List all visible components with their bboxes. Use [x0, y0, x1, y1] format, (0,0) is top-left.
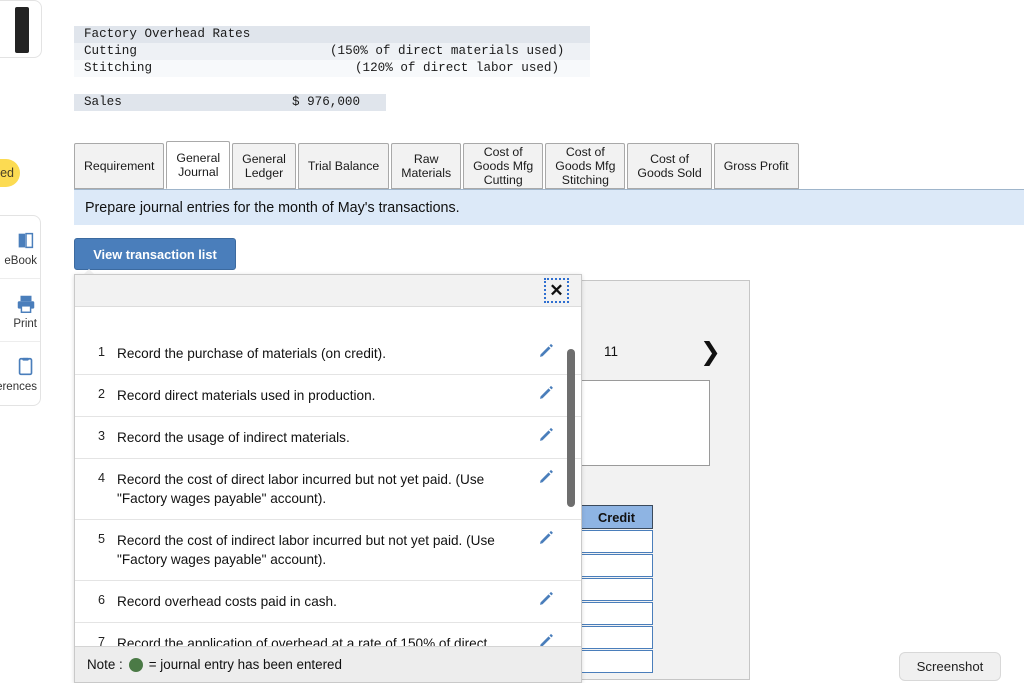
tab-trial-balance[interactable]: Trial Balance: [297, 143, 390, 189]
screenshot-button[interactable]: Screenshot: [899, 652, 1001, 681]
credit-column-cells: [580, 530, 653, 674]
transaction-list[interactable]: 1 Record the purchase of materials (on cr…: [75, 307, 581, 646]
sheet-row-stitching-value: (120% of direct labor used): [355, 61, 560, 75]
rail-item-label: eBook: [4, 254, 37, 267]
pencil-icon[interactable]: [537, 469, 555, 487]
sheet-row-stitching: Stitching (120% of direct labor used): [74, 60, 590, 77]
skipped-badge: Skipped: [0, 159, 20, 187]
transaction-index: 2: [97, 387, 105, 401]
tab-general-ledger[interactable]: General Ledger: [232, 143, 296, 189]
rail-progress-card: [0, 0, 42, 58]
instruction-banner: Prepare journal entries for the month of…: [74, 189, 1024, 225]
references-icon: [15, 354, 37, 380]
sheet-row-cutting: Cutting (150% of direct materials used): [74, 43, 590, 60]
credit-cell[interactable]: [580, 554, 653, 577]
tab-raw-materials[interactable]: Raw Materials: [391, 143, 462, 189]
transaction-row[interactable]: 6 Record overhead costs paid in cash.: [75, 581, 581, 623]
left-rail: Skipped eBook Print References: [0, 0, 42, 683]
list-top-spacer: [75, 307, 581, 333]
transaction-index: 6: [97, 593, 105, 607]
transaction-row[interactable]: 5 Record the cost of indirect labor incur…: [75, 520, 581, 581]
tab-requirement[interactable]: Requirement: [74, 143, 165, 189]
note-text: = journal entry has been entered: [148, 657, 342, 672]
rail-item-ebook[interactable]: eBook: [0, 216, 40, 279]
entered-indicator-dot: [128, 657, 143, 672]
sheet-row-stitching-label: Stitching: [84, 61, 153, 75]
pencil-icon[interactable]: [537, 343, 555, 361]
transaction-index: 7: [97, 635, 105, 646]
transaction-text: Record the cost of indirect labor incurr…: [117, 533, 495, 567]
transaction-row[interactable]: 3 Record the usage of indirect materials.: [75, 417, 581, 459]
transaction-row[interactable]: 2 Record direct materials used in product…: [75, 375, 581, 417]
transaction-text: Record direct materials used in producti…: [117, 388, 376, 403]
sheet-row-sales-label: Sales: [84, 95, 122, 109]
pencil-icon[interactable]: [537, 530, 555, 548]
rail-item-print[interactable]: Print: [0, 279, 40, 342]
note-prefix: Note :: [87, 657, 123, 672]
transaction-text: Record the usage of indirect materials.: [117, 430, 350, 445]
rail-tool-list: eBook Print References: [0, 215, 41, 406]
transaction-row[interactable]: 7 Record the application of overhead at a…: [75, 623, 581, 646]
transaction-index: 5: [97, 532, 105, 546]
transaction-index: 3: [97, 429, 105, 443]
credit-cell[interactable]: [580, 626, 653, 649]
app-root: Skipped eBook Print References: [0, 0, 1024, 683]
transaction-text: Record the purchase of materials (on cre…: [117, 346, 386, 361]
print-icon: [15, 291, 37, 317]
rail-item-references[interactable]: References: [0, 342, 40, 405]
view-transaction-list-button[interactable]: View transaction list: [74, 238, 236, 270]
pencil-icon[interactable]: [537, 427, 555, 445]
transaction-index: 4: [97, 471, 105, 485]
credit-column-header: Credit: [580, 505, 653, 529]
sheet-row-title: Factory Overhead Rates: [74, 26, 590, 43]
overhead-rates-table: Factory Overhead Rates Cutting (150% of d…: [74, 26, 590, 111]
tab-cost-of-goods-mfg-cutting[interactable]: Cost of Goods Mfg Cutting: [463, 143, 544, 189]
ebook-icon: [15, 228, 37, 254]
transaction-text: Record the cost of direct labor incurred…: [117, 472, 485, 506]
rail-progress-bar: [15, 7, 29, 53]
rail-item-label: Print: [13, 317, 37, 330]
sheet-row-cutting-label: Cutting: [84, 44, 137, 58]
pencil-icon[interactable]: [537, 591, 555, 609]
credit-cell[interactable]: [580, 602, 653, 625]
tab-cost-of-goods-mfg-stitching[interactable]: Cost of Goods Mfg Stitching: [545, 143, 626, 189]
sheet-row-sales-value: $ 976,000: [292, 95, 361, 109]
tab-cost-of-goods-sold[interactable]: Cost of Goods Sold: [627, 143, 712, 189]
rail-item-label: References: [0, 381, 37, 393]
pencil-icon[interactable]: [537, 633, 555, 646]
tab-general-journal[interactable]: General Journal: [166, 141, 231, 189]
chevron-right-icon[interactable]: ❯: [700, 338, 721, 366]
pencil-icon[interactable]: [537, 385, 555, 403]
modal-header: ✕: [75, 275, 581, 307]
vertical-scrollbar[interactable]: [567, 349, 575, 507]
credit-cell[interactable]: [580, 578, 653, 601]
tab-strip: Requirement General Journal General Ledger…: [74, 141, 801, 189]
sheet-row-cutting-value: (150% of direct materials used): [330, 44, 565, 58]
credit-cell[interactable]: [580, 530, 653, 553]
transaction-row[interactable]: 4 Record the cost of direct labor incurre…: [75, 459, 581, 520]
transaction-list-modal: ✕ 1 Record the purchase of materials (on …: [74, 274, 582, 683]
transaction-row[interactable]: 1 Record the purchase of materials (on cr…: [75, 333, 581, 375]
transaction-text: Record overhead costs paid in cash.: [117, 594, 337, 609]
transaction-text: Record the application of overhead at a …: [117, 636, 488, 646]
modal-note: Note : = journal entry has been entered: [75, 646, 581, 682]
tab-gross-profit[interactable]: Gross Profit: [713, 143, 799, 189]
journal-entry-number: 11: [604, 344, 619, 359]
sheet-row-sales: Sales $ 976,000: [74, 94, 386, 111]
close-icon[interactable]: ✕: [544, 278, 569, 303]
transaction-index: 1: [97, 345, 105, 359]
credit-cell[interactable]: [580, 650, 653, 673]
